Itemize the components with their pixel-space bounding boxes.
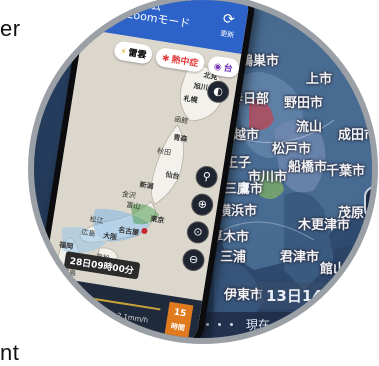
map-city-label: 仙台 — [164, 170, 180, 181]
header-left-chip[interactable]: ナビ — [89, 12, 116, 29]
bg-slider-dot — [230, 323, 233, 326]
bg-place-label: 三鷹市 — [224, 182, 264, 197]
map-city-label: 新潟 — [138, 180, 155, 191]
zoom-mode-title: Zoomモード — [125, 7, 192, 31]
map-city-label: 青森 — [172, 133, 188, 144]
map-city-label: 大阪 — [102, 231, 118, 242]
edge-text-bottom: nt — [0, 340, 20, 365]
map-city-label: 函館 — [173, 115, 189, 126]
map-city-label: 秋田 — [156, 147, 172, 158]
map-city-label: 札幌 — [183, 94, 199, 105]
bg-place-label: 三浦 — [220, 250, 247, 265]
bg-place-label: 上市 — [306, 72, 333, 87]
bg-place-label: 千葉市 — [326, 164, 366, 179]
chip-label: 雷雲 — [127, 48, 147, 62]
bg-place-label: 成田市 — [338, 128, 378, 143]
bg-place-label: 船橋市 — [288, 160, 328, 175]
bg-place-label: 横浜市 — [218, 204, 258, 219]
chip-label: 台 — [222, 63, 234, 75]
bg-time-label: 13日14時10 — [258, 282, 367, 309]
timeline-tick — [60, 298, 63, 302]
typhoon-icon: ◉ — [213, 61, 223, 73]
bg-place-label: 館山 — [320, 262, 347, 277]
timeline-track[interactable] — [51, 291, 161, 311]
bg-slider-dot — [206, 323, 209, 326]
hours-unit: 時間 — [170, 322, 186, 333]
refresh-icon[interactable]: ⟳ — [222, 11, 236, 29]
hours-badge[interactable]: 15 時間 — [164, 301, 194, 338]
bg-place-label: 流山 — [296, 120, 323, 135]
map-city-label: 松江 — [88, 215, 105, 226]
bg-place-label: 君津市 — [280, 250, 320, 265]
timeline-tick — [96, 304, 99, 307]
map-city-label: 富山 — [125, 200, 141, 211]
timeline-tick — [84, 302, 87, 305]
bg-place-label: 野田市 — [284, 96, 324, 111]
lightning-icon: ⚡ — [119, 47, 128, 58]
photo-disc: 上市 野田市 春日部 流山 成田市 松戸市 船橋市 市川市 千葉市 横浜市 木更… — [28, 0, 378, 344]
chip-label: 熱中症 — [170, 55, 199, 70]
bg-now-label: 現在 — [246, 318, 271, 332]
bg-place-label: 松戸市 — [272, 142, 312, 157]
bg-zoom-control — [364, 186, 372, 220]
heat-icon: ✱ — [161, 53, 171, 65]
bg-timeline-bar: 現在 — [184, 312, 372, 338]
bg-slider-dot — [218, 323, 221, 326]
edge-text-top: er — [0, 16, 21, 41]
map-city-label: 広島 — [80, 228, 96, 239]
timeline-tick — [72, 300, 75, 303]
map-city-label: 東京 — [149, 214, 165, 225]
rain-value: 2.1mm/h — [116, 311, 149, 325]
refresh-label: 更新 — [219, 29, 235, 40]
map-city-label: 福岡 — [58, 240, 74, 251]
